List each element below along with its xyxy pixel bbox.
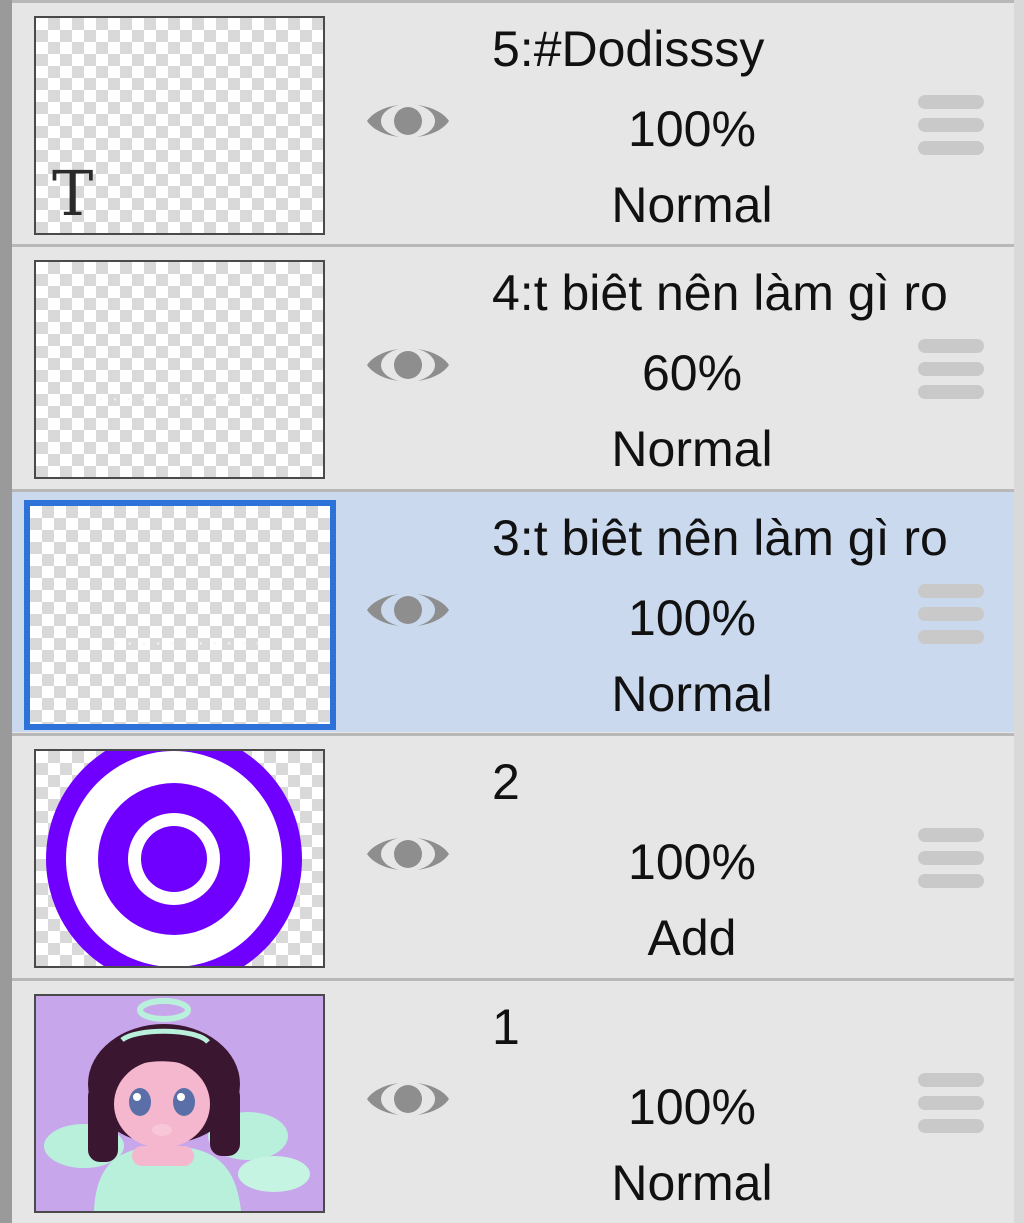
panel-left-border <box>0 0 12 1223</box>
layers-panel: T 5:#Dodisssy 100% Normal · · · · · · · … <box>12 0 1014 1223</box>
concentric-rings-thumbnail <box>46 751 302 966</box>
eye-icon[interactable] <box>364 91 452 151</box>
layer-opacity: 100% <box>628 590 756 646</box>
layer-opacity: 100% <box>628 101 756 157</box>
drag-handle-icon[interactable] <box>918 584 984 646</box>
layer-row-3[interactable]: · · · · · · · · · · · · 3:t biêt nên làm… <box>12 489 1014 732</box>
layer-row-4[interactable]: · · · · · · · · · · · · 4:t biêt nên làm… <box>12 244 1014 487</box>
faint-text-preview: · · · · · · · · · · · · <box>97 388 262 410</box>
layer-thumbnail[interactable] <box>34 749 325 968</box>
layer-blend-mode: Normal <box>611 1155 773 1211</box>
drag-handle-icon[interactable] <box>918 339 984 401</box>
layer-opacity: 100% <box>628 1079 756 1135</box>
layer-thumbnail[interactable]: · · · · · · · · · · · · <box>34 260 325 479</box>
text-layer-icon: T <box>52 157 94 230</box>
layer-row-1[interactable]: 1 100% Normal <box>12 978 1014 1221</box>
layer-blend-mode: Add <box>647 910 737 966</box>
drag-handle-icon[interactable] <box>918 1073 984 1135</box>
eye-icon[interactable] <box>364 824 452 884</box>
layer-thumbnail[interactable]: T <box>34 16 325 235</box>
eye-icon[interactable] <box>364 580 452 640</box>
layer-opacity: 100% <box>628 834 756 890</box>
angel-girl-illustration-thumbnail <box>36 996 323 1211</box>
layer-name[interactable]: 4:t biêt nên làm gì ro <box>492 261 948 325</box>
layer-name[interactable]: 5:#Dodisssy <box>492 17 764 81</box>
layer-row-2[interactable]: 2 100% Add <box>12 733 1014 976</box>
drag-handle-icon[interactable] <box>918 95 984 157</box>
eye-icon[interactable] <box>364 335 452 395</box>
layer-blend-mode: Normal <box>611 177 773 233</box>
layer-row-5[interactable]: T 5:#Dodisssy 100% Normal <box>12 0 1014 243</box>
eye-icon[interactable] <box>364 1069 452 1129</box>
panel-scrollbar-track[interactable] <box>1014 0 1024 1223</box>
layer-blend-mode: Normal <box>611 421 773 477</box>
layer-blend-mode: Normal <box>611 666 773 722</box>
layer-name[interactable]: 3:t biêt nên làm gì ro <box>492 506 948 570</box>
layer-name[interactable]: 1 <box>492 995 520 1059</box>
layer-thumbnail[interactable]: · · · · · · · · · · · · <box>24 500 336 730</box>
layer-opacity: 60% <box>641 345 743 401</box>
layer-name[interactable]: 2 <box>492 750 520 814</box>
layer-thumbnail[interactable] <box>34 994 325 1213</box>
faint-text-preview: · · · · · · · · · · · · <box>97 632 263 654</box>
drag-handle-icon[interactable] <box>918 828 984 890</box>
